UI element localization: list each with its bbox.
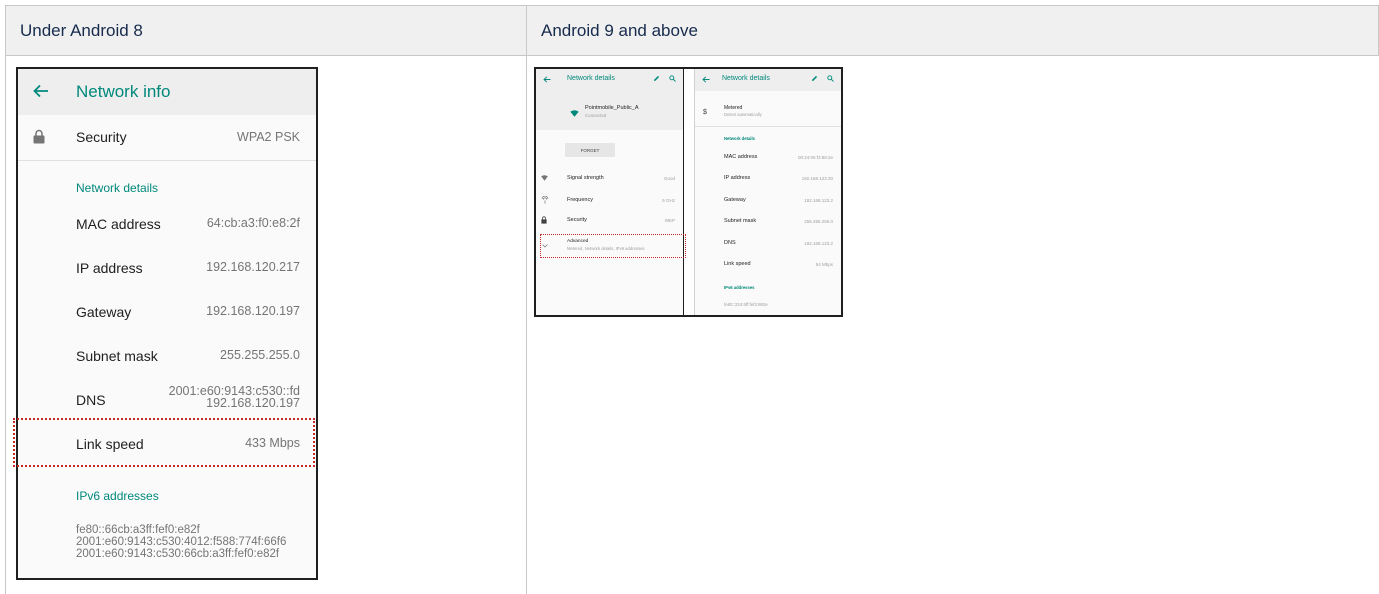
advanced-highlight bbox=[540, 234, 686, 258]
row-value: 64:cb:a3:f0:e8:2f bbox=[206, 216, 300, 230]
back-arrow-icon[interactable] bbox=[32, 82, 50, 100]
mac-address-value: 00:24:06:f3:88:2e bbox=[797, 155, 833, 160]
row-value: 255.255.255.0 bbox=[220, 348, 300, 362]
security-label: Security bbox=[76, 129, 127, 145]
forget-button[interactable]: FORGET bbox=[565, 143, 615, 157]
security-row: Security WPA2 PSK bbox=[18, 115, 316, 161]
table-column-divider bbox=[526, 56, 527, 594]
android8-screenshot: Network info Security WPA2 PSK Network d… bbox=[16, 67, 318, 580]
ipv6-list: fe80::66cb:a3ff:fef0:e82f 2001:e60:9143:… bbox=[76, 524, 286, 560]
ipv6-header: IPv6 addresses bbox=[76, 489, 159, 503]
ip-address-row: IP address 192.168.120.217 bbox=[18, 247, 316, 291]
frequency-value: 5 GHz bbox=[662, 198, 675, 203]
column-header-android8: Under Android 8 bbox=[5, 5, 527, 56]
dns-value-line2: 192.168.120.197 bbox=[206, 396, 300, 410]
ipv6-address: 2001:e60:9143:c530:66cb:a3ff:fef0:e82f bbox=[76, 548, 280, 560]
metered-summary: Detect automatically bbox=[724, 112, 762, 117]
ipv6-address: 2001:e60:9143:c530:4012:f588:774f:66f6 bbox=[76, 536, 287, 548]
row-label: MAC address bbox=[76, 216, 161, 232]
row-label: DNS bbox=[76, 392, 106, 408]
row-value: 192.168.120.217 bbox=[206, 260, 300, 274]
search-icon[interactable] bbox=[669, 75, 676, 82]
pane-title: Network details bbox=[567, 75, 615, 82]
subnet-mask-row: Subnet mask 255.255.255.0 bbox=[18, 335, 316, 379]
signal-strength-label: Signal strength bbox=[567, 175, 604, 181]
row-value: 2001:e60:9143:c530::fd 192.168.120.197 bbox=[169, 385, 300, 410]
link-speed-label: Link speed bbox=[724, 261, 751, 267]
ip-address-label: IP address bbox=[724, 175, 751, 181]
security-value: WPA2 PSK bbox=[237, 130, 300, 144]
link-speed-highlight bbox=[13, 418, 315, 467]
metered-label[interactable]: Metered bbox=[724, 105, 742, 111]
ipv6-header: IPv6 addresses bbox=[724, 285, 755, 290]
network-details-header: Network details bbox=[76, 181, 159, 195]
network-status: Connected bbox=[585, 113, 607, 118]
subnet-mask-label: Subnet mask bbox=[724, 218, 757, 224]
mac-address-label: MAC address bbox=[724, 154, 758, 160]
pencil-icon[interactable] bbox=[653, 75, 660, 82]
ipv6-address: fe80::66cb:a3ff:fef0:e82f bbox=[76, 524, 200, 536]
search-icon[interactable] bbox=[827, 75, 834, 82]
app-bar: Network info bbox=[18, 69, 316, 115]
pane-title: Network details bbox=[722, 75, 770, 82]
lock-icon bbox=[541, 216, 547, 224]
pencil-icon[interactable] bbox=[811, 75, 818, 82]
gateway-row: Gateway 192.168.120.197 bbox=[18, 291, 316, 335]
dns-label: DNS bbox=[724, 240, 736, 246]
frequency-icon bbox=[541, 196, 549, 204]
column-header-android9: Android 9 and above bbox=[526, 5, 1379, 56]
subnet-mask-value: 255.255.255.0 bbox=[804, 219, 833, 224]
separator bbox=[695, 126, 841, 127]
android9-screenshot: Network details Pointmobile_Public_A Con… bbox=[534, 67, 843, 317]
row-label: Gateway bbox=[76, 304, 132, 320]
ip-address-value: 192.168.123.30 bbox=[801, 176, 833, 181]
signal-strength-value: Good bbox=[663, 176, 675, 181]
link-speed-value: 54 Mbps bbox=[815, 262, 833, 267]
mac-address-row: MAC address 64:cb:a3:f0:e8:2f bbox=[18, 203, 316, 247]
row-value: 192.168.120.197 bbox=[206, 304, 300, 318]
security-label: Security bbox=[567, 217, 587, 223]
network-details-pane: Network details Pointmobile_Public_A Con… bbox=[536, 69, 683, 315]
wifi-icon bbox=[570, 110, 579, 117]
page-title: Network info bbox=[76, 82, 171, 101]
dns-row: DNS 2001:e60:9143:c530::fd 192.168.120.1… bbox=[18, 379, 316, 423]
ipv6-address: fe80::224:6ff:fef3:882e bbox=[724, 302, 768, 307]
back-arrow-icon[interactable] bbox=[702, 76, 710, 83]
lock-icon bbox=[33, 129, 45, 144]
gateway-label: Gateway bbox=[724, 197, 746, 203]
dollar-icon: $ bbox=[703, 109, 707, 116]
signal-icon bbox=[541, 175, 548, 181]
network-name: Pointmobile_Public_A bbox=[585, 105, 639, 111]
frequency-label: Frequency bbox=[567, 197, 593, 203]
dns-value: 192.168.123.2 bbox=[804, 241, 833, 246]
screenshot-divider bbox=[683, 69, 695, 315]
row-label: Subnet mask bbox=[76, 348, 158, 364]
security-value: WEP bbox=[664, 218, 675, 223]
network-details-header: Network details bbox=[724, 136, 755, 141]
table-border-left bbox=[5, 56, 6, 594]
advanced-details-pane: Network details $ Metered Detect automat… bbox=[695, 69, 841, 315]
row-label: IP address bbox=[76, 260, 143, 276]
back-arrow-icon[interactable] bbox=[543, 76, 551, 83]
gateway-value: 192.168.123.2 bbox=[804, 198, 833, 203]
